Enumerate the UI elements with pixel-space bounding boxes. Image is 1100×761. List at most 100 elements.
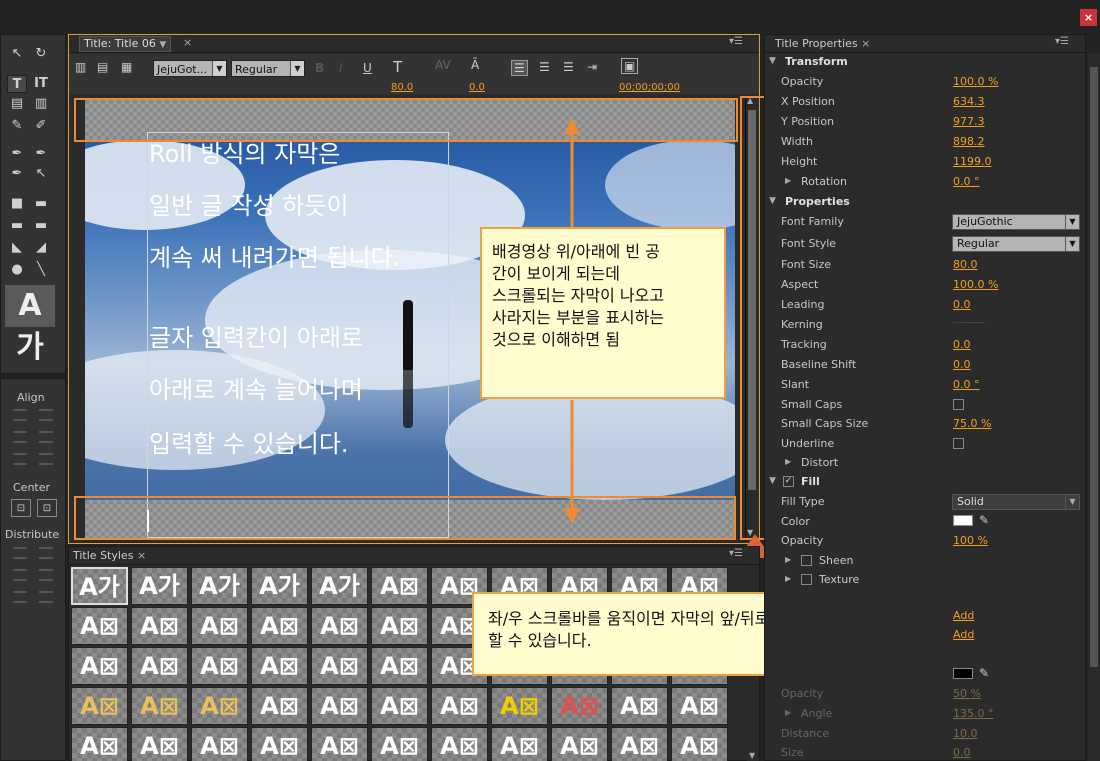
styles-tabbar: Title Styles × ▾☰ <box>69 547 759 565</box>
underline-checkbox[interactable] <box>953 438 964 449</box>
tab-close-icon[interactable]: × <box>137 549 146 562</box>
style-swatch[interactable]: A⊠ <box>491 727 548 761</box>
fill-type-dropdown[interactable]: Solid ▼ <box>952 494 1080 510</box>
width-value[interactable]: 898.2 <box>953 135 985 148</box>
style-swatch[interactable]: A⊠ <box>311 647 368 685</box>
panel-menu-icon[interactable]: ▾☰ <box>1055 36 1069 47</box>
style-swatch[interactable]: A⊠ <box>71 687 128 725</box>
add-inner-stroke-link[interactable]: Add <box>953 609 974 622</box>
slant-value[interactable]: 0.0 ° <box>953 378 980 391</box>
style-swatch[interactable]: A⊠ <box>251 647 308 685</box>
tab-title-styles[interactable]: Title Styles × <box>73 549 146 562</box>
sheen-checkbox[interactable] <box>801 555 812 566</box>
style-swatch[interactable]: A⊠ <box>71 647 128 685</box>
scroll-down-icon[interactable]: ▼ <box>749 751 755 760</box>
small-caps-checkbox[interactable] <box>953 399 964 410</box>
style-swatch[interactable]: A⊠ <box>611 727 668 761</box>
style-swatch[interactable]: A가 <box>191 567 248 605</box>
style-swatch[interactable]: A⊠ <box>131 687 188 725</box>
style-swatch[interactable]: A⊠ <box>371 607 428 645</box>
style-swatch[interactable]: A⊠ <box>251 607 308 645</box>
expand-icon[interactable]: ▶ <box>785 555 791 564</box>
collapse-icon[interactable]: ▼ <box>769 196 776 206</box>
style-swatch[interactable]: A⊠ <box>251 687 308 725</box>
style-swatch[interactable]: A⊠ <box>431 727 488 761</box>
style-swatch[interactable]: A⊠ <box>311 727 368 761</box>
style-swatch[interactable]: A⊠ <box>371 727 428 761</box>
expand-icon[interactable]: ▶ <box>785 176 791 185</box>
transform-heading[interactable]: Transform <box>785 55 848 68</box>
style-swatch[interactable]: A가 <box>311 567 368 605</box>
expand-icon[interactable]: ▶ <box>785 457 791 466</box>
tab-title-properties-label: Title Properties <box>775 37 858 50</box>
style-swatch[interactable]: A⊠ <box>611 687 668 725</box>
opacity-value[interactable]: 100.0 % <box>953 75 998 88</box>
texture-label: Texture <box>819 573 860 586</box>
style-swatch[interactable]: A⊠ <box>191 607 248 645</box>
font-style-label: Font Style <box>781 237 837 250</box>
properties-heading[interactable]: Properties <box>785 195 850 208</box>
style-swatch[interactable]: A⊠ <box>431 687 488 725</box>
style-swatch[interactable]: A⊠ <box>371 567 428 605</box>
ypos-value[interactable]: 977.3 <box>953 115 985 128</box>
add-outer-stroke-link[interactable]: Add <box>953 628 974 641</box>
collapse-icon[interactable]: ▼ <box>769 56 776 66</box>
fill-color-swatch[interactable] <box>953 515 973 526</box>
note-line: 간이 보이게 되는데 <box>492 264 620 283</box>
expand-icon[interactable]: ▶ <box>785 574 791 583</box>
style-swatch[interactable]: A⊠ <box>191 727 248 761</box>
shadow-opacity-value: 50 % <box>953 687 981 700</box>
style-swatch[interactable]: A⊠ <box>371 687 428 725</box>
style-swatch[interactable]: A⊠ <box>551 727 608 761</box>
height-value[interactable]: 1199.0 <box>953 155 992 168</box>
tab-title-properties[interactable]: Title Properties × <box>775 37 870 50</box>
font-family-dropdown[interactable]: JejuGothic ▼ <box>952 214 1080 230</box>
distance-label: Distance <box>781 727 830 740</box>
style-swatch[interactable]: A⊠ <box>71 607 128 645</box>
style-swatch[interactable]: A⊠ <box>671 687 728 725</box>
rotation-label: Rotation <box>801 175 848 188</box>
expand-icon: ▶ <box>785 708 792 717</box>
style-swatch[interactable]: A가 <box>131 567 188 605</box>
style-swatch[interactable]: A⊠ <box>71 727 128 761</box>
font-style-dropdown[interactable]: Regular ▼ <box>952 236 1080 252</box>
eyedropper-icon[interactable]: ✎ <box>979 513 989 527</box>
rotation-value[interactable]: 0.0 ° <box>953 175 980 188</box>
fill-checkbox[interactable]: ✓ <box>783 476 794 487</box>
panel-menu-icon[interactable]: ▾☰ <box>729 548 743 559</box>
style-swatch[interactable]: A가 <box>71 567 128 605</box>
tab-close-icon[interactable]: × <box>861 37 870 50</box>
arrow-head-down <box>564 508 580 524</box>
collapse-icon[interactable]: ▼ <box>769 476 776 486</box>
style-swatch[interactable]: A⊠ <box>251 727 308 761</box>
style-swatch[interactable]: A⊠ <box>551 687 608 725</box>
style-swatch[interactable]: A⊠ <box>371 647 428 685</box>
fill-heading[interactable]: Fill <box>801 475 820 488</box>
style-swatch[interactable]: A⊠ <box>191 647 248 685</box>
xpos-value[interactable]: 634.3 <box>953 95 985 108</box>
size-value: 0.0 <box>953 746 971 759</box>
style-swatch[interactable]: A⊠ <box>311 687 368 725</box>
scrollbar-thumb[interactable] <box>1090 67 1098 667</box>
style-swatch[interactable]: A가 <box>251 567 308 605</box>
aspect-value[interactable]: 100.0 % <box>953 278 998 291</box>
style-swatch[interactable]: A⊠ <box>191 687 248 725</box>
small-caps-label: Small Caps <box>781 398 843 411</box>
baseline-shift-value[interactable]: 0.0 <box>953 358 971 371</box>
props-scrollbar[interactable] <box>1088 53 1100 761</box>
style-swatch[interactable]: A⊠ <box>671 727 728 761</box>
leading-value[interactable]: 0.0 <box>953 298 971 311</box>
shadow-color-swatch[interactable] <box>953 668 973 679</box>
style-swatch[interactable]: A⊠ <box>131 727 188 761</box>
texture-checkbox[interactable] <box>801 574 812 585</box>
eyedropper-icon[interactable]: ✎ <box>979 666 989 680</box>
style-swatch[interactable]: A⊠ <box>311 607 368 645</box>
fill-type-value: Solid <box>957 495 984 508</box>
small-caps-size-value[interactable]: 75.0 % <box>953 417 991 430</box>
style-swatch[interactable]: A⊠ <box>491 687 548 725</box>
fill-opacity-value[interactable]: 100 % <box>953 534 988 547</box>
font-size-value[interactable]: 80.0 <box>953 258 978 271</box>
style-swatch[interactable]: A⊠ <box>131 647 188 685</box>
tracking-value[interactable]: 0.0 <box>953 338 971 351</box>
style-swatch[interactable]: A⊠ <box>131 607 188 645</box>
